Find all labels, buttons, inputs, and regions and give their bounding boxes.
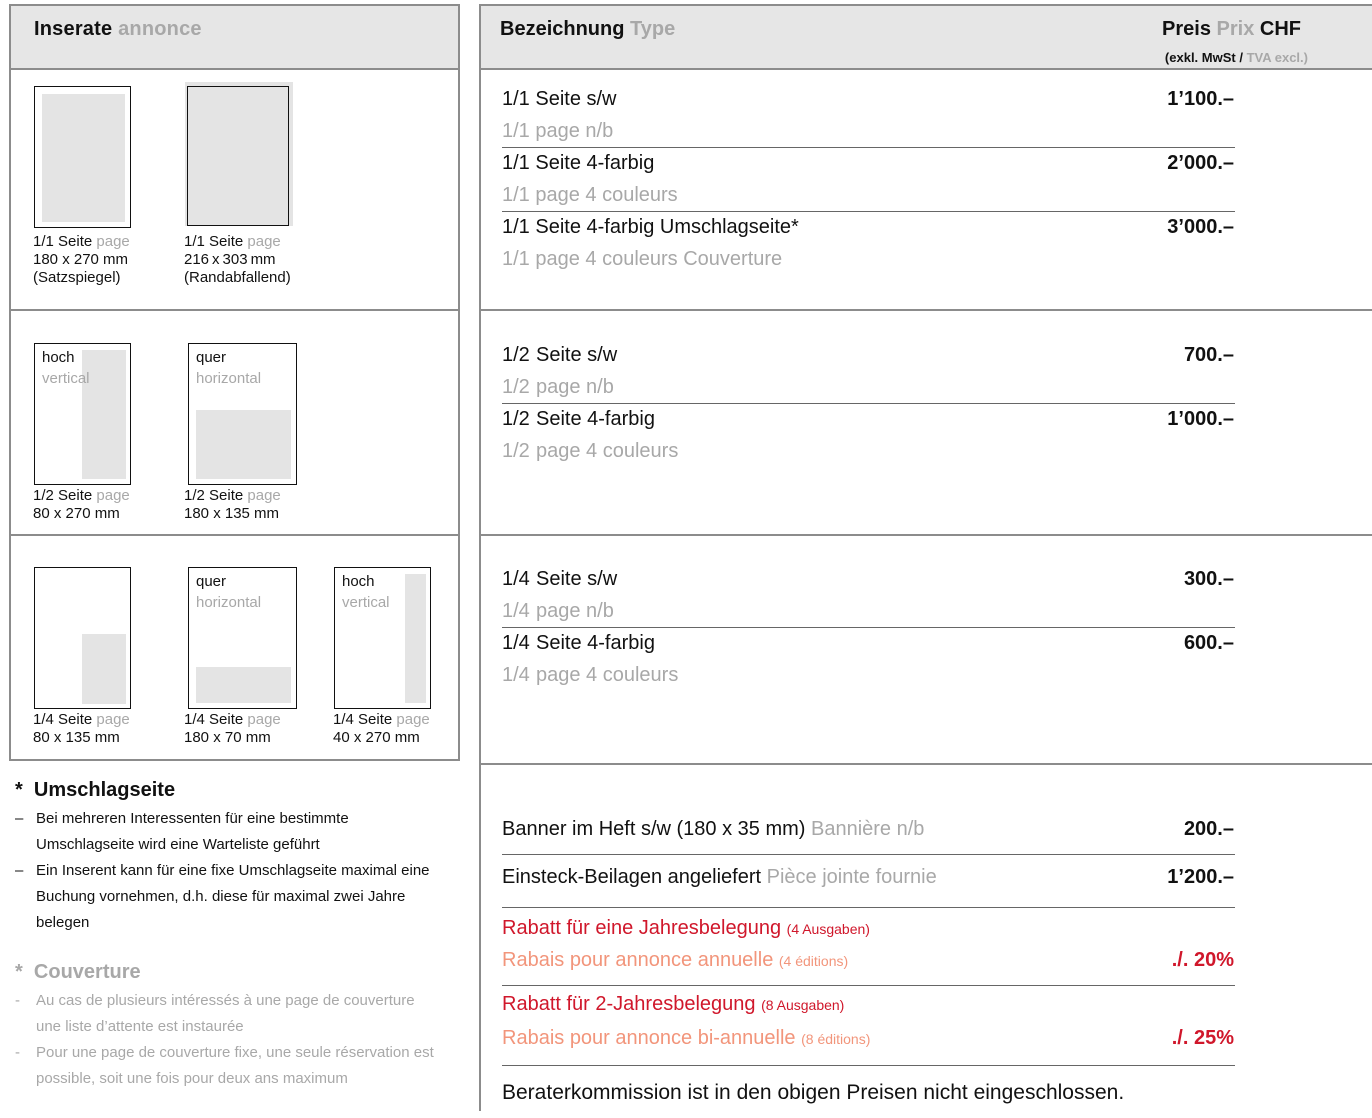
price-quarter-color: 600.– xyxy=(1183,632,1234,654)
right-header: Bezeichnung Type Preis Prix CHF (exkl. M… xyxy=(481,6,1372,70)
notes-fr-title: * Couverture xyxy=(15,961,141,983)
price-quarter-bw: 300.– xyxy=(1183,568,1234,590)
rule xyxy=(502,907,1235,908)
row-biannual-de: Rabatt für 2-Jahresbelegung (8 Ausgaben) xyxy=(502,993,845,1015)
row-half-color-fr: 1/2 page 4 couleurs xyxy=(502,440,679,462)
page-diagram-quarter-corner xyxy=(34,567,131,709)
page-diagram-half-horizontal: quer horizontal xyxy=(188,343,297,485)
notes-fr-item: - Au cas de plusieurs intéressés à une p… xyxy=(15,992,415,1035)
rule xyxy=(502,854,1235,855)
price-half-bw: 700.– xyxy=(1183,344,1234,366)
rule xyxy=(502,403,1235,404)
page-diagram-quarter-vertical: hoch vertical xyxy=(334,567,431,709)
ad-area xyxy=(405,574,426,703)
divider xyxy=(481,534,1372,536)
notes-fr-item: - Pour une page de couverture fixe, une … xyxy=(15,1044,434,1087)
caption-quarter-a: 1/4 Seite page 80 x 135 mm xyxy=(33,711,130,746)
row-quarter-bw-de: 1/4 Seite s/w xyxy=(502,568,618,590)
rule xyxy=(502,985,1235,986)
row-half-bw-fr: 1/2 page n/b xyxy=(502,376,614,398)
row-quarter-color-fr: 1/4 page 4 couleurs xyxy=(502,664,679,686)
row-full-color-de: 1/1 Seite 4-farbig xyxy=(502,152,655,174)
price-full-cover: 3’000.– xyxy=(1167,216,1234,238)
page-diagram-half-vertical: hoch vertical xyxy=(34,343,131,485)
row-banner: Banner im Heft s/w (180 x 35 mm) Bannièr… xyxy=(502,818,925,840)
row-insert: Einsteck-Beilagen angeliefert Pièce join… xyxy=(502,866,937,888)
ad-area xyxy=(196,410,291,479)
divider xyxy=(481,309,1372,311)
price-full-color: 2’000.– xyxy=(1167,152,1234,174)
rule xyxy=(502,1065,1235,1066)
footer-commission-note: Beraterkommission ist in den obigen Prei… xyxy=(502,1081,1125,1104)
caption-quarter-c: 1/4 Seite page 40 x 270 mm xyxy=(333,711,430,746)
row-full-cover-de: 1/1 Seite 4-farbig Umschlagseite* xyxy=(502,216,799,238)
price-annual: ./. 20% xyxy=(1171,949,1234,971)
row-full-bw-de: 1/1 Seite s/w xyxy=(502,88,617,110)
row-quarter-color-de: 1/4 Seite 4-farbig xyxy=(502,632,655,654)
ad-area xyxy=(42,94,125,222)
divider xyxy=(11,534,458,536)
rule xyxy=(502,211,1235,212)
caption-half-b: 1/2 Seite page 180 x 135 mm xyxy=(184,487,281,522)
divider xyxy=(481,763,1372,765)
vat-note: (exkl. MwSt / TVA excl.) xyxy=(1164,50,1308,65)
row-half-color-de: 1/2 Seite 4-farbig xyxy=(502,408,655,430)
page-diagram-quarter-horizontal: quer horizontal xyxy=(188,567,297,709)
type-column-header: Bezeichnung Type xyxy=(500,18,676,40)
row-full-cover-fr: 1/1 page 4 couleurs Couverture xyxy=(502,248,783,270)
price-half-color: 1’000.– xyxy=(1167,408,1234,430)
caption-full-b: 1/1 Seite page 216 x 303 mm (Randabfalle… xyxy=(184,233,291,286)
header-de: Inserate xyxy=(34,18,113,40)
row-annual-fr: Rabais pour annonce annuelle (4 éditions… xyxy=(502,949,849,971)
price-table: Bezeichnung Type Preis Prix CHF (exkl. M… xyxy=(479,4,1372,1111)
price-banner: 200.– xyxy=(1183,818,1234,840)
price-insert: 1’200.– xyxy=(1167,866,1234,888)
header-fr: annonce xyxy=(118,18,202,40)
rule xyxy=(502,147,1235,148)
notes-de-item: – Bei mehreren Interessenten für eine be… xyxy=(15,810,349,853)
row-full-bw-fr: 1/1 page n/b xyxy=(502,120,614,142)
page-diagram-full-bleed xyxy=(185,82,293,226)
row-quarter-bw-fr: 1/4 page n/b xyxy=(502,600,614,622)
price-column-header: Preis Prix CHF xyxy=(1162,18,1301,40)
notes-de-title: * Umschlagseite xyxy=(15,779,176,801)
row-biannual-fr: Rabais pour annonce bi-annuelle (8 éditi… xyxy=(502,1027,871,1049)
divider xyxy=(11,309,458,311)
row-annual-de: Rabatt für eine Jahresbelegung (4 Ausgab… xyxy=(502,917,870,939)
ad-area xyxy=(196,667,291,703)
page-outline xyxy=(187,86,289,226)
caption-quarter-b: 1/4 Seite page 180 x 70 mm xyxy=(184,711,281,746)
price-biannual: ./. 25% xyxy=(1171,1027,1234,1049)
row-half-bw-de: 1/2 Seite s/w xyxy=(502,344,618,366)
caption-half-a: 1/2 Seite page 80 x 270 mm xyxy=(33,487,130,522)
price-full-bw: 1’100.– xyxy=(1167,88,1234,110)
ad-area xyxy=(82,634,126,704)
page-diagram-full-satzspiegel xyxy=(34,86,131,228)
left-header: Inserate annonce xyxy=(11,6,458,70)
row-full-color-fr: 1/1 page 4 couleurs xyxy=(502,184,678,206)
caption-full-a: 1/1 Seite page 180 x 270 mm (Satzspiegel… xyxy=(33,233,130,286)
ad-format-table: Inserate annonce 1/1 Seite page 180 x 27… xyxy=(9,4,460,761)
rule xyxy=(502,627,1235,628)
notes-de-item: – Ein Inserent kann für eine fixe Umschl… xyxy=(15,862,430,931)
